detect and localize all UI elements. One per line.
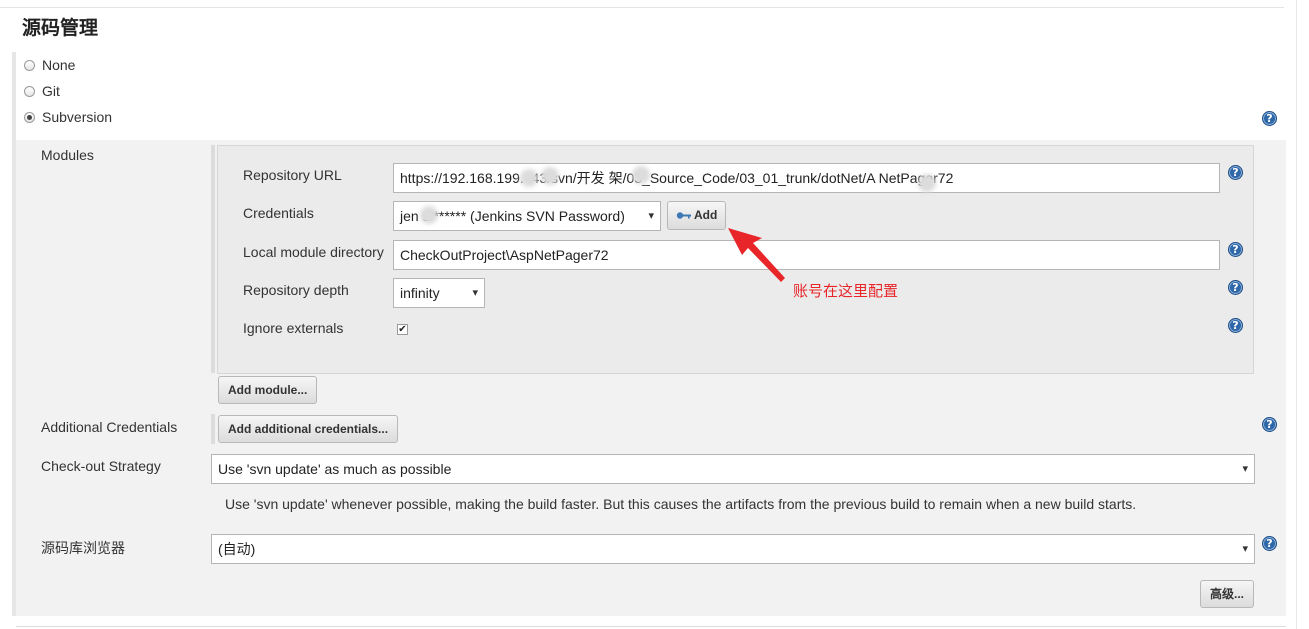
modules-bar: [211, 145, 215, 373]
repository-depth-label: Repository depth: [243, 282, 349, 298]
radio-subversion[interactable]: [24, 111, 35, 123]
add-module-button[interactable]: Add module...: [218, 376, 318, 404]
help-icon[interactable]: ?: [1228, 318, 1243, 333]
repo-browser-label: 源码库浏览器: [41, 540, 125, 556]
additional-credentials-label: Additional Credentials: [41, 419, 178, 435]
scm-option-subversion[interactable]: Subversion: [24, 107, 112, 127]
scm-option-git[interactable]: Git: [24, 81, 60, 101]
help-icon[interactable]: ?: [1228, 242, 1243, 257]
top-divider: [0, 7, 1284, 8]
repo-browser-select[interactable]: (自动): [211, 534, 1255, 564]
help-icon[interactable]: ?: [1228, 280, 1243, 295]
local-module-directory-label: Local module directory: [243, 244, 384, 260]
right-divider: [1296, 0, 1297, 629]
help-icon[interactable]: ?: [1228, 165, 1243, 180]
annotation-arrow-icon: [728, 228, 785, 282]
help-icon[interactable]: ?: [1262, 417, 1277, 432]
checkout-strategy-description: Use 'svn update' whenever possible, maki…: [225, 496, 1137, 512]
scm-option-none[interactable]: None: [24, 55, 75, 75]
radio-git[interactable]: [24, 85, 35, 97]
annotation-text: 账号在这里配置: [793, 282, 899, 300]
repository-url-input[interactable]: https://192.168.199. .43/svn/开发 架/03_Sou…: [393, 163, 1220, 193]
help-icon[interactable]: ?: [1262, 111, 1277, 126]
credentials-label: Credentials: [243, 205, 314, 221]
scm-option-label: Git: [42, 83, 60, 99]
add-additional-credentials-button[interactable]: Add additional credentials...: [218, 415, 399, 443]
repository-depth-select[interactable]: infinity: [393, 278, 485, 308]
checkout-strategy-label: Check-out Strategy: [41, 458, 161, 474]
modules-label: Modules: [41, 147, 94, 163]
section-title: 源码管理: [22, 17, 99, 39]
redaction-blur: [541, 167, 559, 185]
local-module-directory-input[interactable]: CheckOutProject\AspNetPager72: [393, 240, 1220, 270]
checkout-strategy-select[interactable]: Use 'svn update' as much as possible: [211, 454, 1255, 484]
bottom-divider: [16, 626, 1286, 627]
additional-credentials-bar: [211, 414, 215, 444]
scm-option-label: Subversion: [42, 109, 113, 125]
redaction-blur: [918, 174, 936, 192]
redaction-blur: [520, 169, 538, 187]
help-icon[interactable]: ?: [1262, 536, 1277, 551]
key-icon: [676, 212, 691, 219]
add-credentials-label: Add: [694, 208, 718, 222]
radio-none[interactable]: [24, 59, 35, 71]
redaction-blur: [420, 206, 438, 224]
ignore-externals-label: Ignore externals: [243, 320, 344, 336]
redaction-blur: [632, 166, 650, 184]
scm-option-label: None: [42, 57, 76, 73]
ignore-externals-checkbox[interactable]: ✔: [397, 324, 408, 335]
advanced-button[interactable]: 高级...: [1200, 580, 1255, 608]
repository-url-label: Repository URL: [243, 167, 342, 183]
